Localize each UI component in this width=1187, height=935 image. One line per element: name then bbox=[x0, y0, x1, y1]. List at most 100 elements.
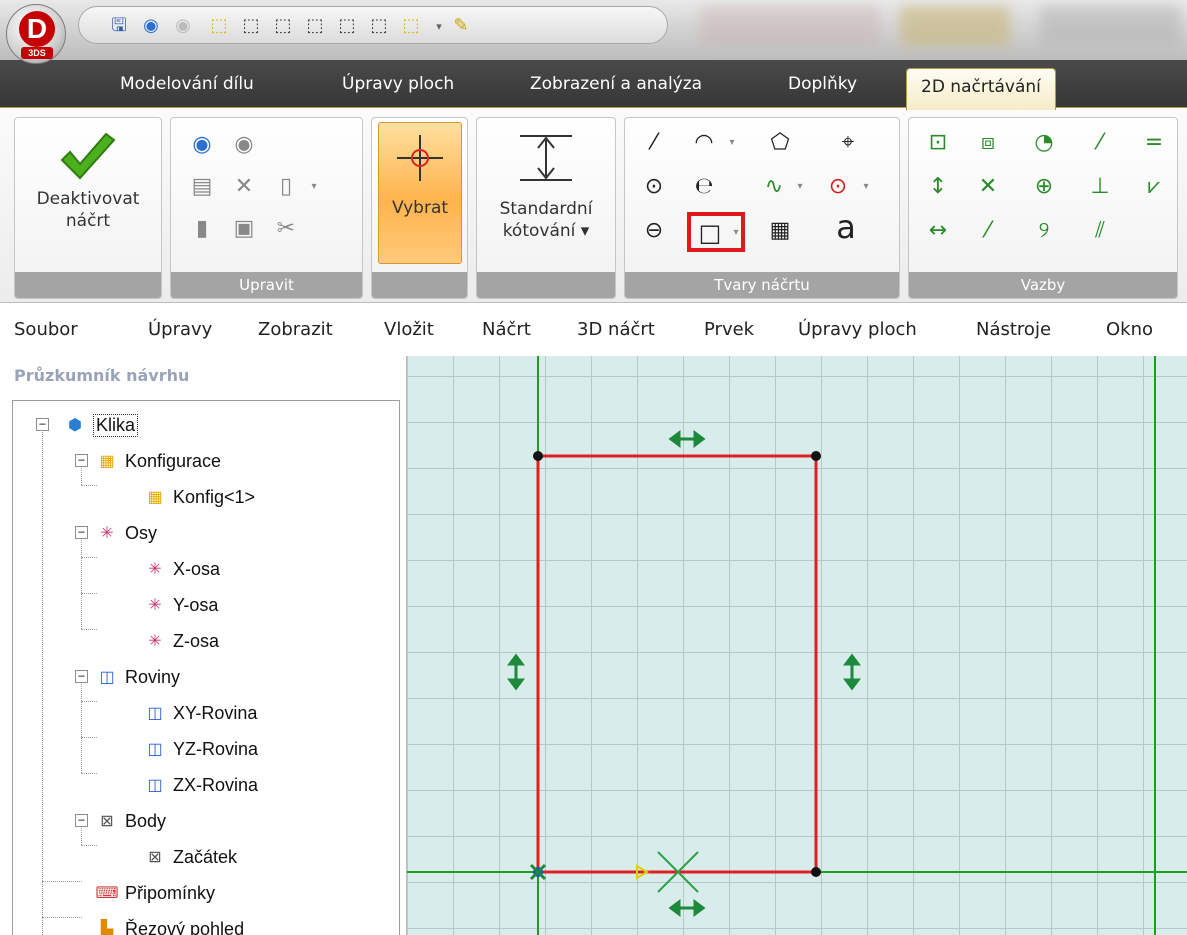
menu-okno[interactable]: Okno bbox=[1106, 304, 1153, 356]
cube-wire-icon[interactable]: ⬚ bbox=[303, 15, 327, 37]
menu-soubor[interactable]: Soubor bbox=[14, 304, 78, 356]
tab-zobrazeni-a-analyza[interactable]: Zobrazení a analýza bbox=[530, 60, 702, 108]
deactivate-sketch-button[interactable]: Deaktivovat náčrt bbox=[15, 128, 161, 268]
collapse-toggle[interactable]: − bbox=[75, 814, 88, 827]
cube-icon[interactable]: ⬚ bbox=[207, 15, 231, 37]
chevron-down-icon[interactable]: ▾ bbox=[299, 172, 329, 202]
horizontal-constraint-icon[interactable] bbox=[668, 899, 706, 917]
tab-doplnky[interactable]: Doplňky bbox=[788, 60, 857, 108]
cube-wire-icon[interactable]: ⬚ bbox=[239, 15, 263, 37]
vertical-icon[interactable]: ↕ bbox=[923, 172, 953, 202]
tree-item-roviny[interactable]: ◫ Roviny bbox=[97, 660, 180, 694]
concentric-icon[interactable]: ◔ bbox=[1029, 128, 1059, 158]
text-tool-icon[interactable]: a bbox=[831, 211, 861, 243]
undo-icon[interactable]: ◉ bbox=[187, 130, 217, 160]
midpoint-icon[interactable]: ✕ bbox=[973, 172, 1003, 202]
menu-nastroje[interactable]: Nástroje bbox=[976, 304, 1051, 356]
collapse-toggle[interactable]: − bbox=[75, 454, 88, 467]
symmetry-icon[interactable]: ⧈ bbox=[973, 128, 1003, 158]
tab-upravy-ploch[interactable]: Úpravy ploch bbox=[342, 60, 454, 108]
cube-wire-icon[interactable]: ⬚ bbox=[367, 15, 391, 37]
tangent-icon[interactable]: ୨ bbox=[1029, 216, 1059, 246]
tree-item-zacatek[interactable]: ⊠ Začátek bbox=[145, 840, 237, 874]
document-icon[interactable]: ▤ bbox=[187, 172, 217, 202]
crosshair-icon bbox=[397, 135, 443, 181]
lock-icon[interactable]: ⊡ bbox=[923, 128, 953, 158]
app-logo[interactable]: D 3DS bbox=[6, 4, 66, 64]
tab-modelovani-dilu[interactable]: Modelování dílu bbox=[120, 60, 254, 108]
horizontal-icon[interactable]: ↔ bbox=[923, 216, 953, 246]
paste-icon[interactable]: ▯ bbox=[271, 172, 301, 202]
delete-icon[interactable]: ✕ bbox=[229, 172, 259, 202]
circle-center-icon[interactable]: ⊙ bbox=[823, 172, 853, 202]
chevron-down-icon[interactable]: ▾ bbox=[721, 218, 751, 248]
chevron-down-icon[interactable]: ▾ bbox=[717, 128, 747, 158]
perpendicular-icon[interactable]: ⊥ bbox=[1085, 172, 1115, 202]
chevron-down-icon[interactable]: ▾ bbox=[785, 172, 815, 202]
parallel-icon[interactable]: ⫽ bbox=[1085, 216, 1115, 246]
table-icon[interactable]: ▦ bbox=[765, 216, 795, 246]
collapse-toggle[interactable]: − bbox=[75, 670, 88, 683]
tree-item-osy[interactable]: ✳ Osy bbox=[97, 516, 157, 550]
polygon-icon[interactable]: ⬠ bbox=[765, 128, 795, 158]
line-icon[interactable]: ⁄ bbox=[639, 128, 669, 158]
redo-icon[interactable]: ◉ bbox=[171, 15, 195, 37]
menu-3d-nacrt[interactable]: 3D náčrt bbox=[577, 304, 655, 356]
cube-icon[interactable]: ⬚ bbox=[399, 15, 423, 37]
sketch-canvas[interactable] bbox=[406, 356, 1187, 935]
chevron-down-icon[interactable]: ▾ bbox=[851, 172, 881, 202]
tree-item-body[interactable]: ⊠ Body bbox=[97, 804, 166, 838]
circle-icon[interactable]: ⊙ bbox=[639, 172, 669, 202]
cube-wire-icon[interactable]: ⬚ bbox=[335, 15, 359, 37]
collinear-icon[interactable]: ⁄ bbox=[1085, 128, 1115, 158]
tree-item-y-osa[interactable]: ✳ Y-osa bbox=[145, 588, 218, 622]
spiral-icon[interactable]: ℮ bbox=[689, 172, 719, 202]
ellipse-icon[interactable]: ⊖ bbox=[639, 216, 669, 246]
corner-point[interactable] bbox=[533, 451, 543, 461]
corner-point[interactable] bbox=[811, 867, 821, 877]
chevron-down-icon[interactable]: ▾ bbox=[427, 15, 451, 37]
redo-icon[interactable]: ◉ bbox=[229, 130, 259, 160]
tab-2d-nacrtavani[interactable]: 2D načrtávání bbox=[906, 68, 1056, 110]
tree-item-rezovy-pohled[interactable]: ▙ Řezový pohled bbox=[97, 912, 244, 935]
horizontal-constraint-icon[interactable] bbox=[668, 430, 706, 448]
tree-item-z-osa[interactable]: ✳ Z-osa bbox=[145, 624, 219, 658]
intersection-icon[interactable]: ⁄ bbox=[973, 216, 1003, 246]
menu-vlozit[interactable]: Vložit bbox=[384, 304, 434, 356]
menu-zobrazit[interactable]: Zobrazit bbox=[258, 304, 333, 356]
vertical-constraint-icon[interactable] bbox=[507, 653, 525, 691]
arc-icon[interactable]: ◠ bbox=[689, 128, 719, 158]
point-icon[interactable]: ⌖ bbox=[833, 128, 863, 158]
tree-item-yz-rovina[interactable]: ◫ YZ-Rovina bbox=[145, 732, 258, 766]
angle-icon[interactable]: ⩗ bbox=[1139, 172, 1169, 202]
copy-icon[interactable]: ▮ bbox=[187, 214, 217, 244]
tree-item-konfigurace[interactable]: ▦ Konfigurace bbox=[97, 444, 221, 478]
tree-item-label: Začátek bbox=[173, 846, 238, 867]
corner-point[interactable] bbox=[811, 451, 821, 461]
cube-wire-icon[interactable]: ⬚ bbox=[271, 15, 295, 37]
vertical-constraint-icon[interactable] bbox=[843, 653, 861, 691]
paste-special-icon[interactable]: ▣ bbox=[229, 214, 259, 244]
tree-item-pripominky[interactable]: ⌨ Připomínky bbox=[95, 876, 215, 910]
coincident-icon[interactable]: ⊕ bbox=[1029, 172, 1059, 202]
menu-upravy[interactable]: Úpravy bbox=[148, 304, 212, 356]
save-icon[interactable]: 🖫 bbox=[107, 15, 131, 37]
tree-item-x-osa[interactable]: ✳ X-osa bbox=[145, 552, 220, 586]
collapse-toggle[interactable]: − bbox=[36, 418, 49, 431]
tree-item-klika[interactable]: ⬢ Klika bbox=[65, 408, 139, 442]
scissors-icon[interactable]: ✂ bbox=[271, 214, 301, 244]
standard-dimension-button[interactable]: Standardní kótování ▾ bbox=[477, 132, 615, 268]
pencil-icon[interactable]: ✎ bbox=[449, 15, 473, 37]
menu-prvek[interactable]: Prvek bbox=[704, 304, 754, 356]
tree-item-xy-rovina[interactable]: ◫ XY-Rovina bbox=[145, 696, 257, 730]
sketch-rectangle[interactable] bbox=[536, 454, 818, 874]
tree-item-zx-rovina[interactable]: ◫ ZX-Rovina bbox=[145, 768, 258, 802]
undo-icon[interactable]: ◉ bbox=[139, 15, 163, 37]
menu-upravy-ploch[interactable]: Úpravy ploch bbox=[798, 304, 917, 356]
menu-nacrt[interactable]: Náčrt bbox=[482, 304, 531, 356]
equal-icon[interactable]: = bbox=[1139, 128, 1169, 158]
collapse-toggle[interactable]: − bbox=[75, 526, 88, 539]
tree-line bbox=[81, 701, 97, 702]
tree-item-konfig-1[interactable]: ▦ Konfig<1> bbox=[145, 480, 255, 514]
select-button[interactable]: Vybrat bbox=[378, 122, 462, 264]
